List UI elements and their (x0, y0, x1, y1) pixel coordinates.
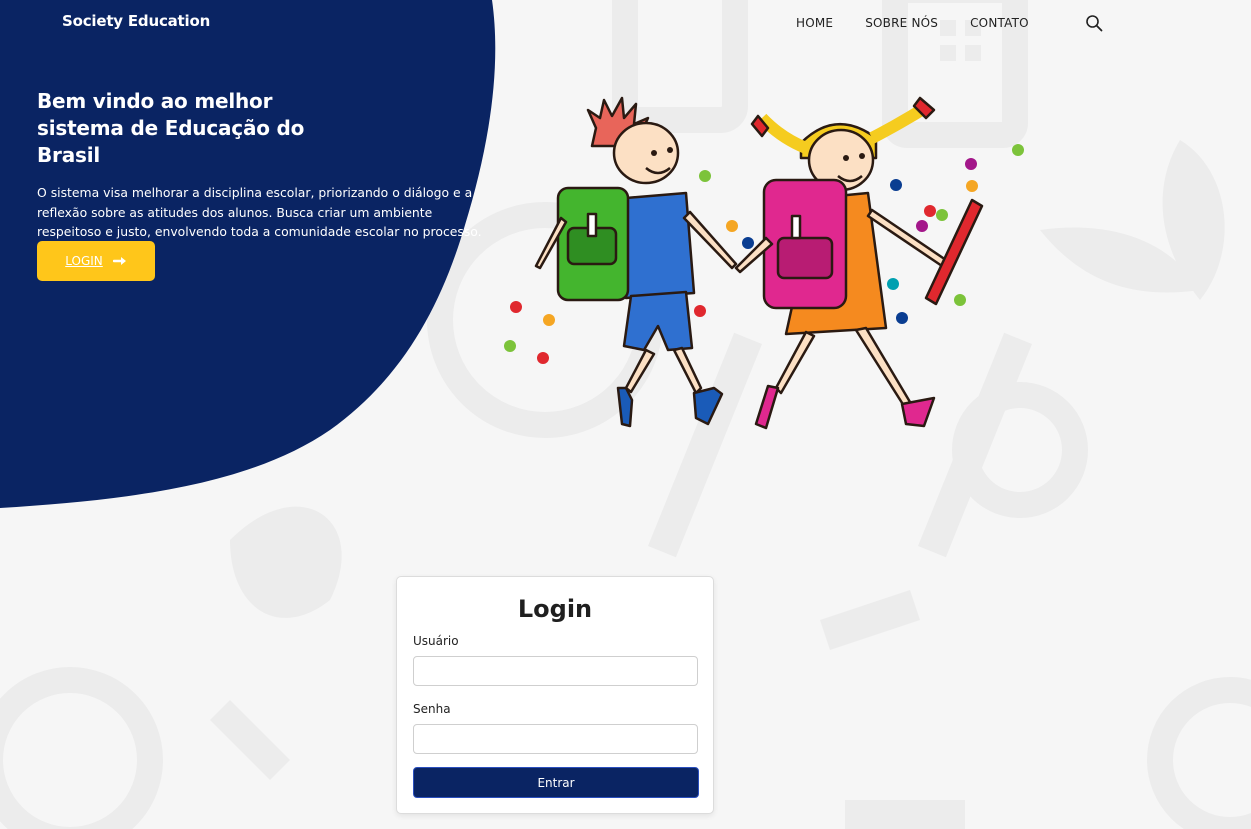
password-input[interactable] (413, 724, 698, 754)
submit-button[interactable]: Entrar (413, 767, 699, 798)
username-label: Usuário (413, 634, 459, 648)
brand-logo[interactable]: Society Education (62, 12, 210, 30)
login-card: Login Usuário Senha Entrar (396, 576, 714, 814)
kids-illustration (504, 96, 1024, 430)
hero-login-button[interactable]: LOGIN (37, 241, 155, 281)
nav-home[interactable]: HOME (796, 15, 833, 31)
login-title: Login (517, 595, 593, 623)
arrow-right-icon (112, 257, 126, 265)
nav-about[interactable]: SOBRE NÓS (865, 15, 938, 31)
hero-login-label: LOGIN (65, 254, 103, 268)
hero-title: Bem vindo ao melhor sistema de Educação … (37, 89, 305, 167)
hero-text: Bem vindo ao melhor sistema de Educação … (37, 88, 497, 242)
nav-contact[interactable]: CONTATO (970, 15, 1029, 31)
search-icon[interactable] (1085, 14, 1103, 32)
username-input[interactable] (413, 656, 698, 686)
main-nav: HOME SOBRE NÓS CONTATO (796, 14, 1103, 32)
password-label: Senha (413, 702, 451, 716)
hero-description: O sistema visa melhorar a disciplina esc… (37, 185, 482, 239)
